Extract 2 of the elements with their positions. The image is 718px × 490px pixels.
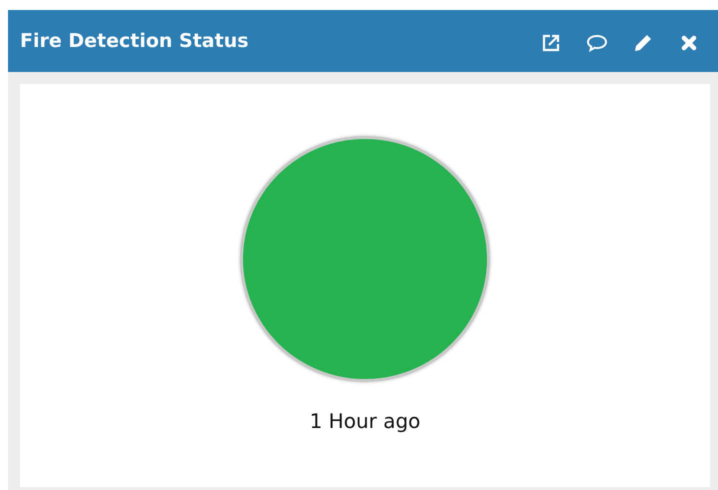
last-update-time: 1 Hour ago [310,408,420,435]
panel-title: Fire Detection Status [20,28,249,54]
